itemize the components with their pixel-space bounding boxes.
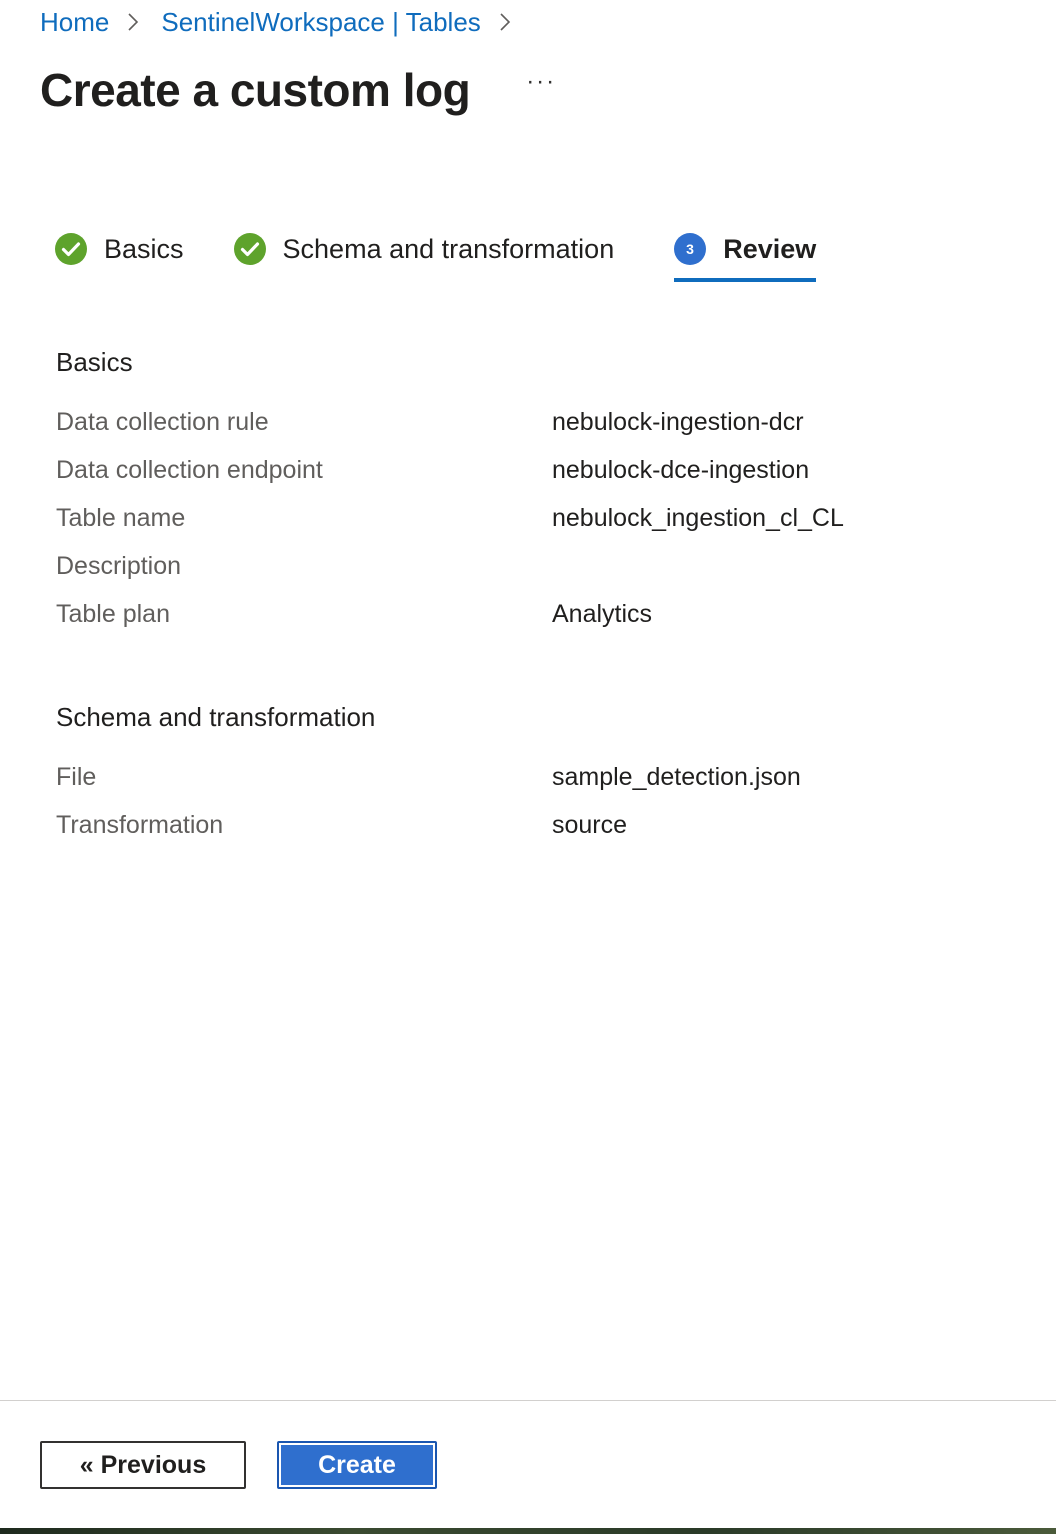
check-circle-icon — [55, 233, 87, 265]
review-row: Data collection endpoint nebulock-dce-in… — [56, 452, 1016, 488]
row-value: nebulock-ingestion-dcr — [552, 408, 804, 436]
more-options-button[interactable]: ··· — [520, 50, 562, 114]
row-value: sample_detection.json — [552, 763, 801, 791]
review-row: Transformation source — [56, 807, 1016, 843]
step-label: Schema and transformation — [282, 234, 615, 264]
wizard-steps: Basics Schema and transformation 3 Revie… — [55, 226, 817, 282]
review-row: Table name nebulock_ingestion_cl_CL — [56, 500, 1016, 536]
step-label: Review — [723, 234, 817, 264]
chevron-right-icon — [499, 12, 511, 32]
step-basics[interactable]: Basics — [55, 226, 184, 272]
breadcrumb-workspace-tables-link[interactable]: SentinelWorkspace | Tables — [161, 4, 480, 40]
row-label: Data collection rule — [56, 408, 269, 436]
create-button[interactable]: Create — [277, 1441, 437, 1489]
row-value: nebulock-dce-ingestion — [552, 456, 810, 484]
step-review[interactable]: 3 Review — [674, 226, 817, 282]
footer-divider — [0, 1400, 1056, 1401]
breadcrumb: Home SentinelWorkspace | Tables — [40, 4, 533, 40]
desktop-background-strip — [0, 1528, 1056, 1534]
row-label: Table plan — [56, 600, 170, 628]
chevron-right-icon — [127, 12, 139, 32]
row-value: nebulock_ingestion_cl_CL — [552, 504, 844, 532]
review-row: Table plan Analytics — [56, 596, 1016, 632]
step-number: 3 — [686, 241, 694, 257]
review-row: Description — [56, 548, 1016, 584]
step-number-icon: 3 — [674, 233, 707, 265]
row-label: Transformation — [56, 811, 224, 839]
review-row: Data collection rule nebulock-ingestion-… — [56, 404, 1016, 440]
step-label: Basics — [104, 234, 184, 264]
section-title-schema: Schema and transformation — [56, 702, 376, 732]
step-schema-and-transformation[interactable]: Schema and transformation — [233, 226, 615, 272]
title-row: Create a custom log ··· — [40, 58, 562, 122]
page-title: Create a custom log — [40, 64, 471, 116]
review-row: File sample_detection.json — [56, 759, 1016, 795]
row-value: Analytics — [552, 600, 653, 628]
row-label: Table name — [56, 504, 186, 532]
check-circle-icon — [233, 233, 266, 265]
page: Home SentinelWorkspace | Tables Create a… — [0, 0, 1056, 1534]
section-title-basics: Basics — [56, 347, 133, 377]
row-label: Data collection endpoint — [56, 456, 323, 484]
breadcrumb-home-link[interactable]: Home — [40, 4, 109, 40]
previous-button[interactable]: « Previous — [40, 1441, 246, 1489]
row-label: Description — [56, 552, 182, 580]
row-value: source — [552, 811, 628, 839]
row-label: File — [56, 763, 97, 791]
